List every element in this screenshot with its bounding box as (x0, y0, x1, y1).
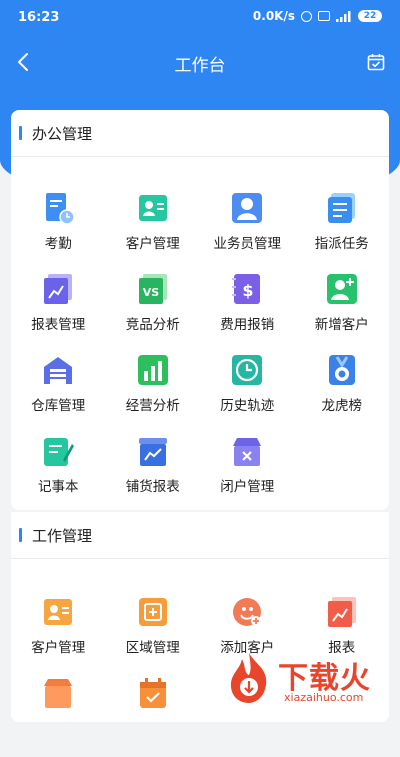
office-tile-label: 闭户管理 (220, 479, 275, 495)
task-list-icon (327, 193, 355, 223)
work-tile-customer-orange[interactable]: 客户管理 (11, 595, 106, 676)
work-tile-area[interactable]: 区域管理 (106, 595, 201, 676)
battery-icon: 22 (358, 10, 382, 22)
office-tile-label: 新增客户 (314, 317, 369, 333)
office-tile-label: 指派任务 (314, 236, 369, 252)
work-tile-store-orange[interactable] (11, 676, 106, 757)
add-customer-icon (233, 598, 262, 626)
customer-orange-icon (44, 599, 73, 625)
work-tile-label: 区域管理 (125, 640, 180, 656)
office-tile-label: 考勤 (44, 236, 72, 252)
network-speed: 0.0K/s (252, 9, 295, 23)
office-tile-label: 竞品分析 (125, 317, 180, 333)
office-tile-store-chart[interactable]: 铺货报表 (106, 434, 201, 515)
watermark-logo: 下载火 xiazaihuo.com (224, 651, 394, 707)
office-tile-label: 经营分析 (125, 398, 180, 414)
office-tile-label: 仓库管理 (31, 398, 86, 414)
office-tile-add-user[interactable]: 新增客户 (295, 272, 390, 353)
office-tile-label: 铺货报表 (125, 479, 180, 495)
office-tile-attendance[interactable]: 考勤 (11, 191, 106, 272)
office-tile-report-chart[interactable]: 报表管理 (11, 272, 106, 353)
svg-text:$: $ (243, 281, 254, 300)
status-indicators: 0.0K/s 22 (253, 9, 382, 23)
office-management-card: 办公管理 考勤 客户管理 业务员管理 指派任务报表管理 VS 竞品分析 $ 费用报销 新增客户仓… (11, 110, 389, 510)
medal-icon (328, 355, 355, 385)
calendar-check-icon[interactable] (366, 52, 386, 72)
office-grid: 考勤 客户管理 业务员管理 指派任务报表管理 VS 竞品分析 $ 费用报销 新增客户仓库管理 经营… (11, 157, 389, 515)
office-tile-clock[interactable]: 历史轨迹 (200, 353, 295, 434)
work-tile-label: 客户管理 (31, 640, 86, 656)
vs-icon: VS (138, 274, 167, 304)
store-orange-icon (44, 679, 73, 708)
signal-icon (336, 10, 351, 22)
page-title: 工作台 (174, 56, 226, 76)
calendar-orange-icon (139, 678, 166, 708)
hd-icon (318, 11, 330, 21)
office-section-header: 办公管理 (11, 110, 389, 157)
attendance-icon (46, 193, 75, 225)
section-marker (19, 126, 22, 140)
flame-icon (230, 653, 267, 703)
work-section-header: 工作管理 (11, 512, 389, 559)
office-section-title: 办公管理 (32, 124, 93, 143)
alarm-icon (301, 10, 312, 22)
customer-card-icon (138, 195, 167, 221)
office-tile-medal[interactable]: 龙虎榜 (295, 353, 390, 434)
svg-text:VS: VS (143, 286, 160, 299)
clock-icon (232, 355, 263, 385)
store-chart-icon (138, 438, 167, 466)
office-tile-label: 客户管理 (125, 236, 180, 252)
area-icon (138, 598, 167, 626)
work-tile-calendar-orange[interactable] (106, 676, 201, 757)
dollar-notebook-icon: $ (232, 274, 261, 304)
office-tile-label: 费用报销 (220, 317, 275, 333)
section-marker (19, 528, 22, 542)
office-tile-label: 报表管理 (31, 317, 86, 333)
bar-chart-icon (137, 355, 168, 385)
add-user-icon (326, 274, 357, 304)
closed-store-icon (233, 438, 262, 466)
office-tile-notepad[interactable]: 记事本 (11, 434, 106, 515)
work-section-title: 工作管理 (32, 526, 93, 545)
watermark-url: xiazaihuo.com (284, 691, 364, 704)
report-chart-icon (44, 274, 73, 304)
office-tile-label: 业务员管理 (213, 236, 282, 252)
office-tile-customer-card[interactable]: 客户管理 (106, 191, 201, 272)
office-tile-label: 记事本 (38, 479, 79, 495)
report-orange-icon (327, 597, 356, 627)
office-tile-salesperson[interactable]: 业务员管理 (200, 191, 295, 272)
office-tile-warehouse[interactable]: 仓库管理 (11, 353, 106, 434)
notepad-icon (44, 438, 75, 466)
office-tile-vs[interactable]: VS 竞品分析 (106, 272, 201, 353)
office-tile-task-list[interactable]: 指派任务 (295, 191, 390, 272)
office-tile-closed-store[interactable]: 闭户管理 (200, 434, 295, 515)
office-tile-dollar-notebook[interactable]: $ 费用报销 (200, 272, 295, 353)
warehouse-icon (44, 357, 73, 384)
status-bar: 16:23 0.0K/s 22 (0, 0, 400, 34)
office-tile-label: 历史轨迹 (220, 398, 275, 414)
office-tile-label: 龙虎榜 (321, 398, 363, 414)
office-tile-bar-chart[interactable]: 经营分析 (106, 353, 201, 434)
navigation-bar: 工作台 (0, 40, 400, 84)
status-time: 16:23 (18, 10, 60, 25)
salesperson-icon (232, 193, 263, 223)
